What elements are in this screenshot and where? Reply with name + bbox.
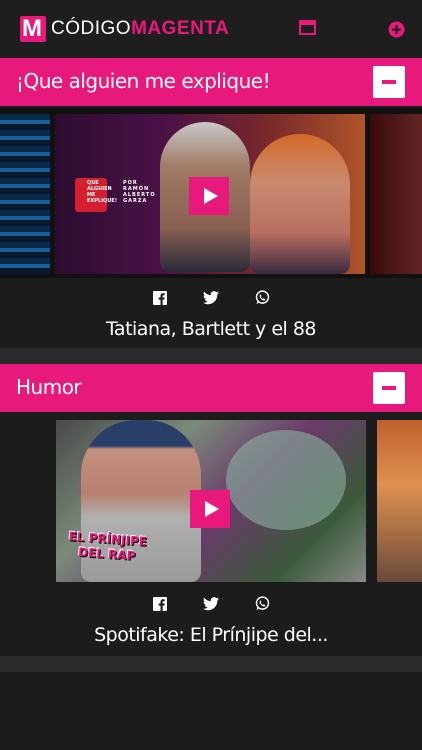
video-carousel[interactable]: EL PRÍNJIPE DEL RAP: [0, 414, 422, 584]
twitter-icon[interactable]: [203, 289, 220, 306]
section-title: Humor: [16, 375, 82, 399]
video-thumbnail-prev[interactable]: [0, 114, 50, 274]
thumbnail-badge-text: QUE ALGUIEN ME EXPLIQUE!: [87, 180, 117, 204]
section-title: ¡Que alguien me explique!: [16, 69, 271, 93]
logo-text-codigo: CÓDIGO: [51, 18, 132, 39]
video-thumbnail-next[interactable]: [370, 114, 422, 274]
collapse-button[interactable]: [373, 66, 405, 98]
app-logo[interactable]: M CÓDIGO MAGENTA: [20, 15, 230, 42]
logo-text-magenta: MAGENTA: [131, 18, 230, 39]
share-row: [0, 595, 422, 612]
video-thumbnail[interactable]: EL PRÍNJIPE DEL RAP: [56, 420, 366, 582]
play-button[interactable]: [189, 177, 229, 215]
logo-mark: M: [20, 15, 46, 42]
add-circle-icon[interactable]: [388, 21, 405, 43]
play-button[interactable]: [190, 490, 230, 528]
collapse-button[interactable]: [373, 372, 405, 404]
thumbnail-caption: EL PRÍNJIPE DEL RAP: [68, 529, 148, 563]
section-header-que-alguien[interactable]: ¡Que alguien me explique!: [0, 58, 422, 106]
section-divider: [0, 348, 422, 364]
whatsapp-icon[interactable]: [254, 289, 271, 306]
video-carousel[interactable]: QUE ALGUIEN ME EXPLIQUE! POR RAMÓN ALBER…: [0, 108, 422, 278]
video-thumbnail-next[interactable]: [377, 420, 422, 582]
whatsapp-icon[interactable]: [254, 595, 271, 612]
video-title[interactable]: Tatiana, Bartlett y el 88: [0, 318, 422, 340]
graffiti-shape: [226, 430, 346, 530]
facebook-icon[interactable]: [152, 595, 169, 612]
section-divider: [0, 656, 422, 672]
twitter-icon[interactable]: [203, 595, 220, 612]
thumbnail-person-2: [250, 134, 350, 274]
window-icon[interactable]: [299, 20, 316, 40]
share-row: [0, 289, 422, 306]
thumbnail-byline: POR RAMÓN ALBERTO GARZA: [123, 180, 156, 204]
video-thumbnail[interactable]: QUE ALGUIEN ME EXPLIQUE! POR RAMÓN ALBER…: [55, 114, 365, 274]
section-header-humor[interactable]: Humor: [0, 364, 422, 412]
facebook-icon[interactable]: [152, 289, 169, 306]
video-title[interactable]: Spotifake: El Prínjipe del...: [0, 624, 422, 646]
app-header: M CÓDIGO MAGENTA: [0, 0, 422, 58]
